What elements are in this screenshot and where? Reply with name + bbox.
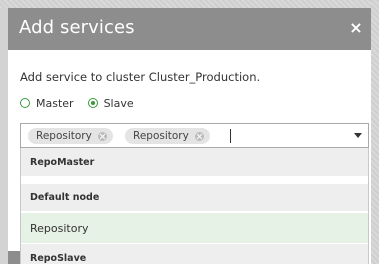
dialog-header: Add services × xyxy=(8,8,371,50)
chevron-down-icon[interactable] xyxy=(354,133,362,138)
selected-tag-label: Repository xyxy=(133,130,189,142)
service-multiselect[interactable]: Repository Repository xyxy=(20,123,369,148)
master-radio-label[interactable]: Master xyxy=(36,97,74,110)
add-services-dialog: Add services × Add service to cluster Cl… xyxy=(8,8,371,264)
dropdown-group-header: Default node xyxy=(21,184,368,211)
slave-radio[interactable] xyxy=(87,98,98,108)
remove-tag-icon[interactable] xyxy=(97,131,107,141)
group-label: RepoSlave xyxy=(30,252,87,264)
selected-tag: Repository xyxy=(125,128,210,144)
dialog-footer-edge xyxy=(8,251,20,264)
text-cursor[interactable] xyxy=(230,129,231,143)
option-label: Repository xyxy=(30,221,89,235)
selected-tag-label: Repository xyxy=(36,130,92,142)
group-label: Default node xyxy=(30,192,100,203)
remove-tag-icon[interactable] xyxy=(194,131,204,141)
backdrop xyxy=(0,0,379,8)
dropdown-option[interactable]: Repository xyxy=(21,213,368,243)
slave-radio-label[interactable]: Slave xyxy=(104,97,134,110)
dialog-description: Add service to cluster Cluster_Productio… xyxy=(20,70,261,84)
role-radio-group: Master Slave xyxy=(20,95,148,111)
dropdown-group-header: RepoSlave xyxy=(21,244,368,264)
dialog-title: Add services xyxy=(19,17,135,38)
dropdown-group-header: RepoMaster xyxy=(21,148,368,176)
master-radio[interactable] xyxy=(20,98,30,108)
selected-tag: Repository xyxy=(28,128,113,144)
service-dropdown: RepoMaster Default node Repository RepoS… xyxy=(20,148,369,264)
close-icon[interactable]: × xyxy=(348,20,364,36)
backdrop xyxy=(371,0,379,264)
group-label: RepoMaster xyxy=(30,156,95,168)
